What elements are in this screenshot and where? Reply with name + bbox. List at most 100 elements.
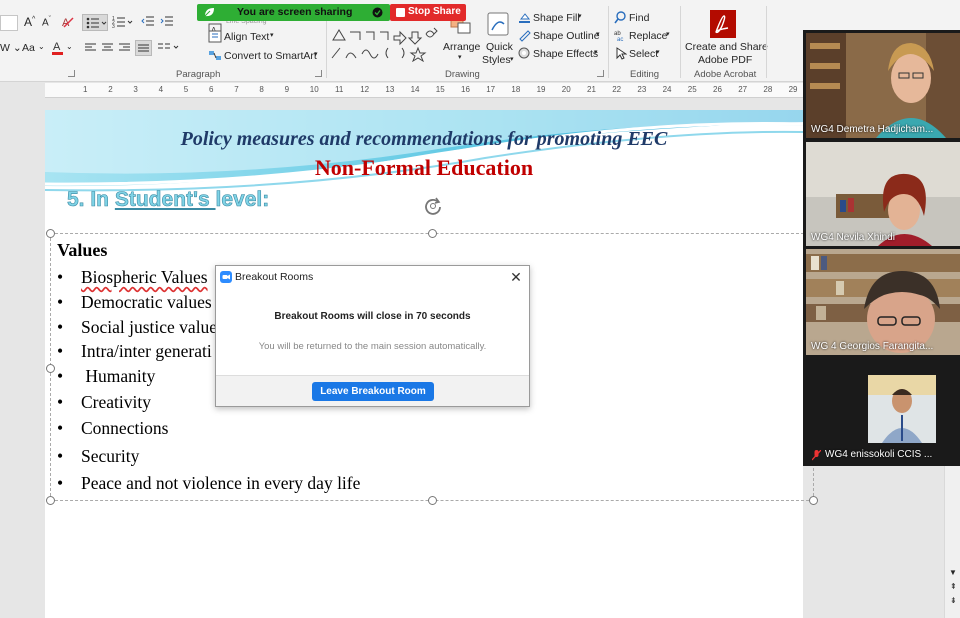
horizontal-ruler[interactable]: 1 2 3 4 5 6 7 8 9 10 11 12 13 14 15 16 17 18 19 20 21 22 23 24 2… — [45, 83, 805, 98]
find-icon[interactable] — [614, 11, 627, 24]
shape-fill-icon[interactable] — [518, 11, 531, 24]
stop-share-button[interactable]: Stop Share — [390, 4, 466, 21]
increase-indent-icon[interactable] — [160, 15, 174, 28]
canvas-left-margin — [0, 98, 45, 618]
find-button[interactable]: Find — [629, 12, 649, 24]
ruler-number: 1 — [83, 85, 88, 94]
close-icon[interactable]: ✕ — [508, 269, 524, 285]
columns-icon[interactable] — [158, 42, 182, 54]
ruler-number: 2 — [108, 85, 113, 94]
justify-icon[interactable] — [135, 40, 152, 56]
level-heading[interactable]: 5. In Student's level: — [67, 188, 270, 212]
svg-text:ac: ac — [617, 37, 623, 42]
font-color-icon[interactable]: A — [52, 40, 64, 55]
ruler-number: 4 — [158, 85, 164, 94]
paragraph-launcher-icon[interactable] — [315, 70, 322, 77]
align-text-button[interactable]: Align Text — [224, 31, 269, 43]
convert-smartart-button[interactable]: Convert to SmartArt — [224, 50, 317, 62]
quick-styles-button[interactable]: Quick — [486, 41, 513, 53]
resize-handle[interactable] — [428, 229, 437, 238]
ruler-number: 5 — [183, 85, 189, 94]
shape-effects-chevron-icon: ▾ — [594, 49, 598, 56]
ruler-number: 26 — [713, 85, 722, 94]
bullets-icon[interactable] — [82, 14, 108, 31]
ruler-number: 8 — [259, 85, 264, 94]
replace-button[interactable]: Replace — [629, 30, 668, 42]
replace-chevron-icon: ▾ — [666, 31, 670, 38]
participant-tile[interactable]: WG4 Demetra Hadjicham... — [806, 33, 960, 138]
change-case-button[interactable]: Aa — [22, 42, 35, 54]
slide-subtitle[interactable]: Non-Formal Education — [45, 155, 803, 181]
breakout-return-message: You will be returned to the main session… — [258, 341, 487, 352]
align-left-icon[interactable] — [85, 43, 97, 53]
ruler-number: 15 — [435, 85, 445, 94]
stop-icon — [396, 8, 405, 17]
previous-slide-icon[interactable]: ⇞ — [950, 582, 957, 591]
participant-name: WG4 Demetra Hadjicham... — [811, 124, 934, 135]
participant-tile[interactable]: WG 4 Georgios Farangita... — [806, 249, 960, 355]
create-share-pdf-button[interactable]: Create and Share — [685, 41, 768, 53]
align-right-icon[interactable] — [119, 43, 131, 53]
create-share-pdf-button-line2[interactable]: Adobe PDF — [698, 54, 752, 66]
change-case-chevron-icon[interactable]: ⌄ — [38, 42, 45, 51]
select-chevron-icon: ▾ — [656, 49, 660, 56]
align-text-icon[interactable] — [208, 30, 222, 43]
resize-handle[interactable] — [46, 364, 55, 373]
select-button[interactable]: Select — [629, 48, 658, 60]
paragraph-group-label: Paragraph — [176, 69, 221, 80]
participant-tile[interactable]: WG4 enissokoli CCIS ... — [806, 359, 960, 463]
dialog-titlebar[interactable]: Breakout Rooms ✕ — [216, 266, 529, 288]
ruler-number: 24 — [662, 85, 672, 94]
replace-icon[interactable]: ab ac — [614, 29, 627, 43]
group-separator — [608, 6, 609, 78]
leave-breakout-room-button[interactable]: Leave Breakout Room — [312, 382, 434, 401]
screen-sharing-banner[interactable]: You are screen sharing — [197, 4, 390, 21]
convert-smartart-chevron-icon: ▾ — [314, 51, 318, 58]
scroll-down-arrow-icon[interactable]: ▼ — [949, 568, 957, 577]
decrease-indent-icon[interactable] — [141, 15, 155, 28]
rotate-handle-icon[interactable] — [423, 196, 443, 216]
numbering-icon[interactable]: 123 — [112, 15, 134, 30]
ruler-number: 18 — [511, 85, 521, 94]
next-slide-icon[interactable]: ⇟ — [950, 596, 957, 605]
resize-handle[interactable] — [428, 496, 437, 505]
level-heading-suffix: level: — [215, 188, 270, 212]
smartart-icon[interactable] — [208, 49, 222, 62]
font-color-chevron-icon[interactable]: ⌄ — [66, 42, 73, 51]
font-size-dropdown[interactable] — [0, 15, 18, 31]
font-family-tail[interactable]: W ⌄ — [0, 42, 22, 54]
adobe-pdf-icon[interactable] — [710, 10, 736, 38]
clear-format-icon[interactable]: A — [62, 15, 74, 29]
ruler-number: 20 — [561, 85, 571, 94]
shrink-font-icon[interactable]: Aˇ — [42, 16, 51, 28]
select-icon[interactable] — [614, 47, 628, 60]
ruler-number: 28 — [763, 85, 773, 94]
participant-name: WG4 Nevila Xhindi — [811, 232, 895, 243]
participant-video — [806, 33, 960, 138]
svg-text:A: A — [53, 41, 61, 53]
resize-handle[interactable] — [46, 229, 55, 238]
quick-styles-button-line2[interactable]: Styles — [482, 54, 511, 66]
grow-font-icon[interactable]: A^ — [24, 15, 35, 29]
drawing-launcher-icon[interactable] — [597, 70, 604, 77]
shapes-gallery[interactable] — [330, 14, 440, 63]
arrange-chevron-icon: ▾ — [458, 54, 462, 61]
shape-fill-button[interactable]: Shape Fill — [533, 12, 580, 24]
shape-outline-icon[interactable] — [518, 29, 531, 42]
shape-effects-button[interactable]: Shape Effects — [533, 48, 598, 60]
quick-styles-icon[interactable] — [487, 12, 509, 38]
arrange-button[interactable]: Arrange — [443, 41, 480, 53]
shape-outline-button[interactable]: Shape Outline — [533, 30, 600, 42]
participant-video — [806, 359, 960, 463]
slide-title[interactable]: Policy measures and recommendations for … — [45, 128, 803, 151]
ruler-number: 25 — [687, 85, 697, 94]
shape-outline-chevron-icon: ▾ — [596, 31, 600, 38]
breakout-close-message: Breakout Rooms will close in 70 seconds — [274, 311, 471, 322]
ruler-number: 14 — [410, 85, 420, 94]
resize-handle[interactable] — [46, 496, 55, 505]
align-center-icon[interactable] — [102, 43, 114, 53]
shape-effects-icon[interactable] — [518, 47, 531, 60]
resize-handle[interactable] — [809, 496, 818, 505]
font-launcher-icon[interactable] — [68, 70, 75, 77]
participant-tile[interactable]: WG4 Nevila Xhindi — [806, 142, 960, 246]
